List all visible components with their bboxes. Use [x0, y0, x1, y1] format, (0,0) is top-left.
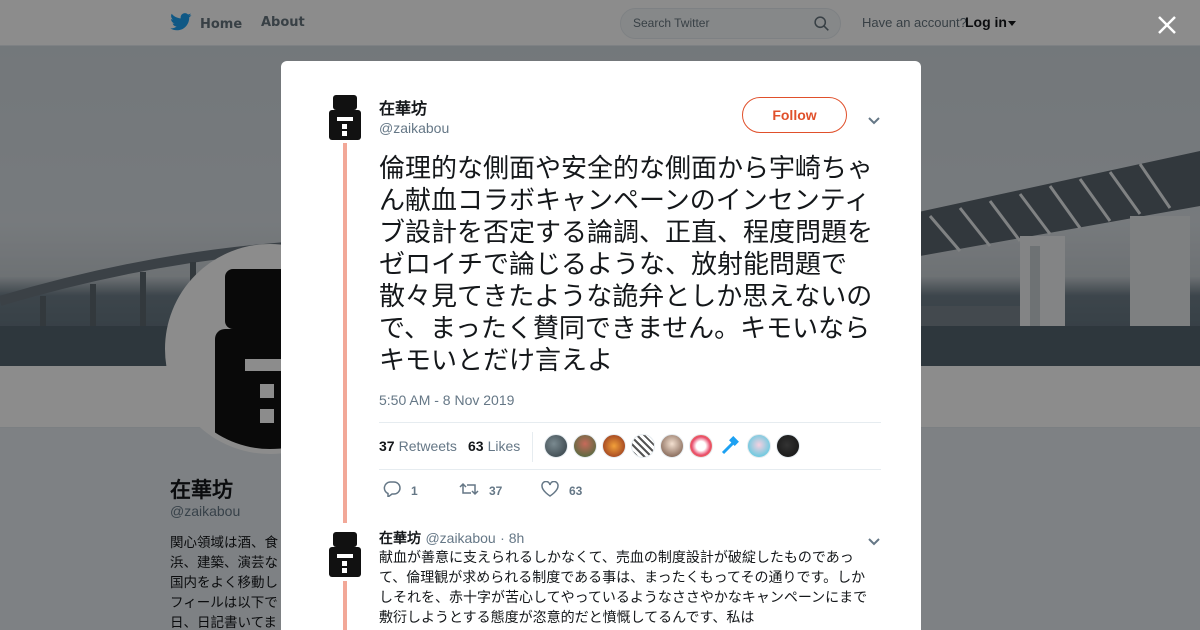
liker-avatar[interactable] — [631, 434, 655, 458]
likes-stat[interactable]: 63 Likes — [468, 438, 520, 454]
tweet-timestamp[interactable]: 5:50 AM - 8 Nov 2019 — [379, 392, 514, 408]
retweet-action[interactable]: 37 — [459, 481, 502, 500]
author-name[interactable]: 在華坊 — [379, 95, 427, 119]
reply-header: 在華坊 @zaikabou · 8h — [379, 528, 524, 548]
reply-action[interactable]: 1 — [383, 481, 418, 500]
likes-label: Likes — [487, 438, 521, 454]
retweets-stat[interactable]: 37 Retweets — [379, 438, 457, 454]
tweet-modal: 在華坊 @zaikabou Follow 倫理的な側面や安全的な側面から宇崎ちゃ… — [281, 61, 921, 630]
reply-age[interactable]: · 8h — [500, 530, 524, 546]
reply-count: 1 — [411, 483, 418, 498]
follow-button[interactable]: Follow — [742, 97, 847, 133]
like-count: 63 — [569, 483, 583, 498]
reply-author-handle[interactable]: @zaikabou — [425, 530, 495, 546]
heart-icon[interactable] — [541, 480, 559, 500]
liker-avatar[interactable] — [602, 434, 626, 458]
liker-avatar[interactable] — [776, 434, 800, 458]
liker-avatar[interactable] — [573, 434, 597, 458]
retweets-count: 37 — [379, 438, 395, 454]
liker-avatars — [544, 434, 800, 458]
reply-icon[interactable] — [383, 481, 401, 500]
stats-divider — [532, 432, 533, 462]
tweet-text: 倫理的な側面や安全的な側面から宇崎ちゃん献血コラボキャンペーンのインセンティブ設… — [379, 154, 874, 376]
thread-line — [343, 143, 347, 523]
liker-avatar[interactable] — [660, 434, 684, 458]
liker-avatar[interactable] — [747, 434, 771, 458]
retweet-icon[interactable] — [459, 481, 479, 500]
liker-avatar[interactable] — [718, 434, 742, 458]
retweets-label: Retweets — [398, 438, 457, 454]
retweet-count: 37 — [489, 483, 503, 498]
liker-avatar[interactable] — [689, 434, 713, 458]
reply-author-avatar[interactable] — [325, 530, 365, 578]
likes-count: 63 — [468, 438, 484, 454]
close-icon[interactable] — [1156, 14, 1178, 36]
author-handle[interactable]: @zaikabou — [379, 120, 449, 136]
liker-avatar[interactable] — [544, 434, 568, 458]
chevron-down-icon[interactable] — [867, 111, 881, 130]
thread-line — [343, 581, 347, 630]
tweet-stats: 37 Retweets 63 Likes — [379, 422, 881, 470]
reply-text: 献血が善意に支えられるしかなくて、売血の制度設計が破綻したものであって、倫理観が… — [379, 550, 868, 626]
like-action[interactable]: 63 — [541, 480, 583, 500]
reply-author-name[interactable]: 在華坊 — [379, 531, 421, 547]
author-avatar[interactable] — [325, 93, 365, 141]
